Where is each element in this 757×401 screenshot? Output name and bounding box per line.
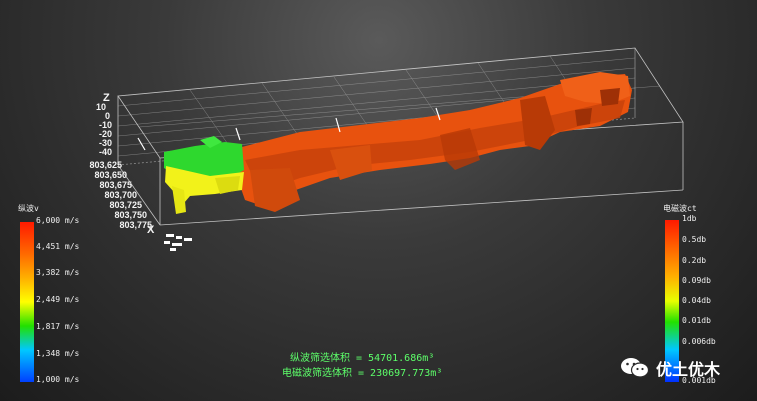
x-tick: 803,750 <box>114 210 147 220</box>
x-axis: 803,625 803,650 803,675 803,700 803,725 … <box>89 160 155 236</box>
x-tick: 803,700 <box>104 190 137 200</box>
3d-viewport[interactable]: Z 10 0 -10 -20 -30 -40 803,625 803,650 8… <box>0 0 757 401</box>
legend-color-bar <box>20 222 34 382</box>
legend-tick: 1db <box>682 214 697 223</box>
p-wave-volume-readout: 纵波筛选体积 = 54701.686m³ <box>290 353 435 364</box>
x-axis-label: X <box>147 224 155 236</box>
x-tick: 803,650 <box>94 170 127 180</box>
legend-tick: 0.5db <box>682 235 707 244</box>
legend-tick: 0.09db <box>682 276 711 285</box>
legend-tick: 0.01db <box>682 316 711 325</box>
x-tick: 803,675 <box>99 180 132 190</box>
legend-tick: 6,000 m/s <box>36 216 80 225</box>
legend-tick: 1,817 m/s <box>36 322 80 331</box>
legend-tick: 3,382 m/s <box>36 268 80 277</box>
z-tick: -40 <box>99 147 112 157</box>
legend-tick: 0.2db <box>682 256 707 265</box>
em-wave-volume-readout: 电磁波筛选体积 = 230697.773m³ <box>282 368 443 379</box>
legend-tick: 0.04db <box>682 296 711 305</box>
legend-title: 纵波v <box>18 204 39 213</box>
watermark-text: 优土优木 <box>656 360 721 379</box>
watermark: 优土优木 <box>620 356 720 380</box>
legend-tick: 4,451 m/s <box>36 242 80 251</box>
p-wave-volume-body[interactable] <box>164 136 244 214</box>
wechat-icon <box>621 358 650 378</box>
legend-tick: 1,000 m/s <box>36 375 80 384</box>
z-axis: Z 10 0 -10 -20 -30 -40 <box>96 92 112 157</box>
legend-tick: 0.006db <box>682 337 716 346</box>
em-wave-volume-body[interactable] <box>238 72 632 212</box>
x-tick: 803,625 <box>89 160 122 170</box>
orientation-widget[interactable] <box>164 234 192 251</box>
legend-title: 电磁波ct <box>663 204 697 213</box>
legend-tick: 2,449 m/s <box>36 295 80 304</box>
legend-tick: 1,348 m/s <box>36 349 80 358</box>
x-tick: 803,725 <box>109 200 142 210</box>
